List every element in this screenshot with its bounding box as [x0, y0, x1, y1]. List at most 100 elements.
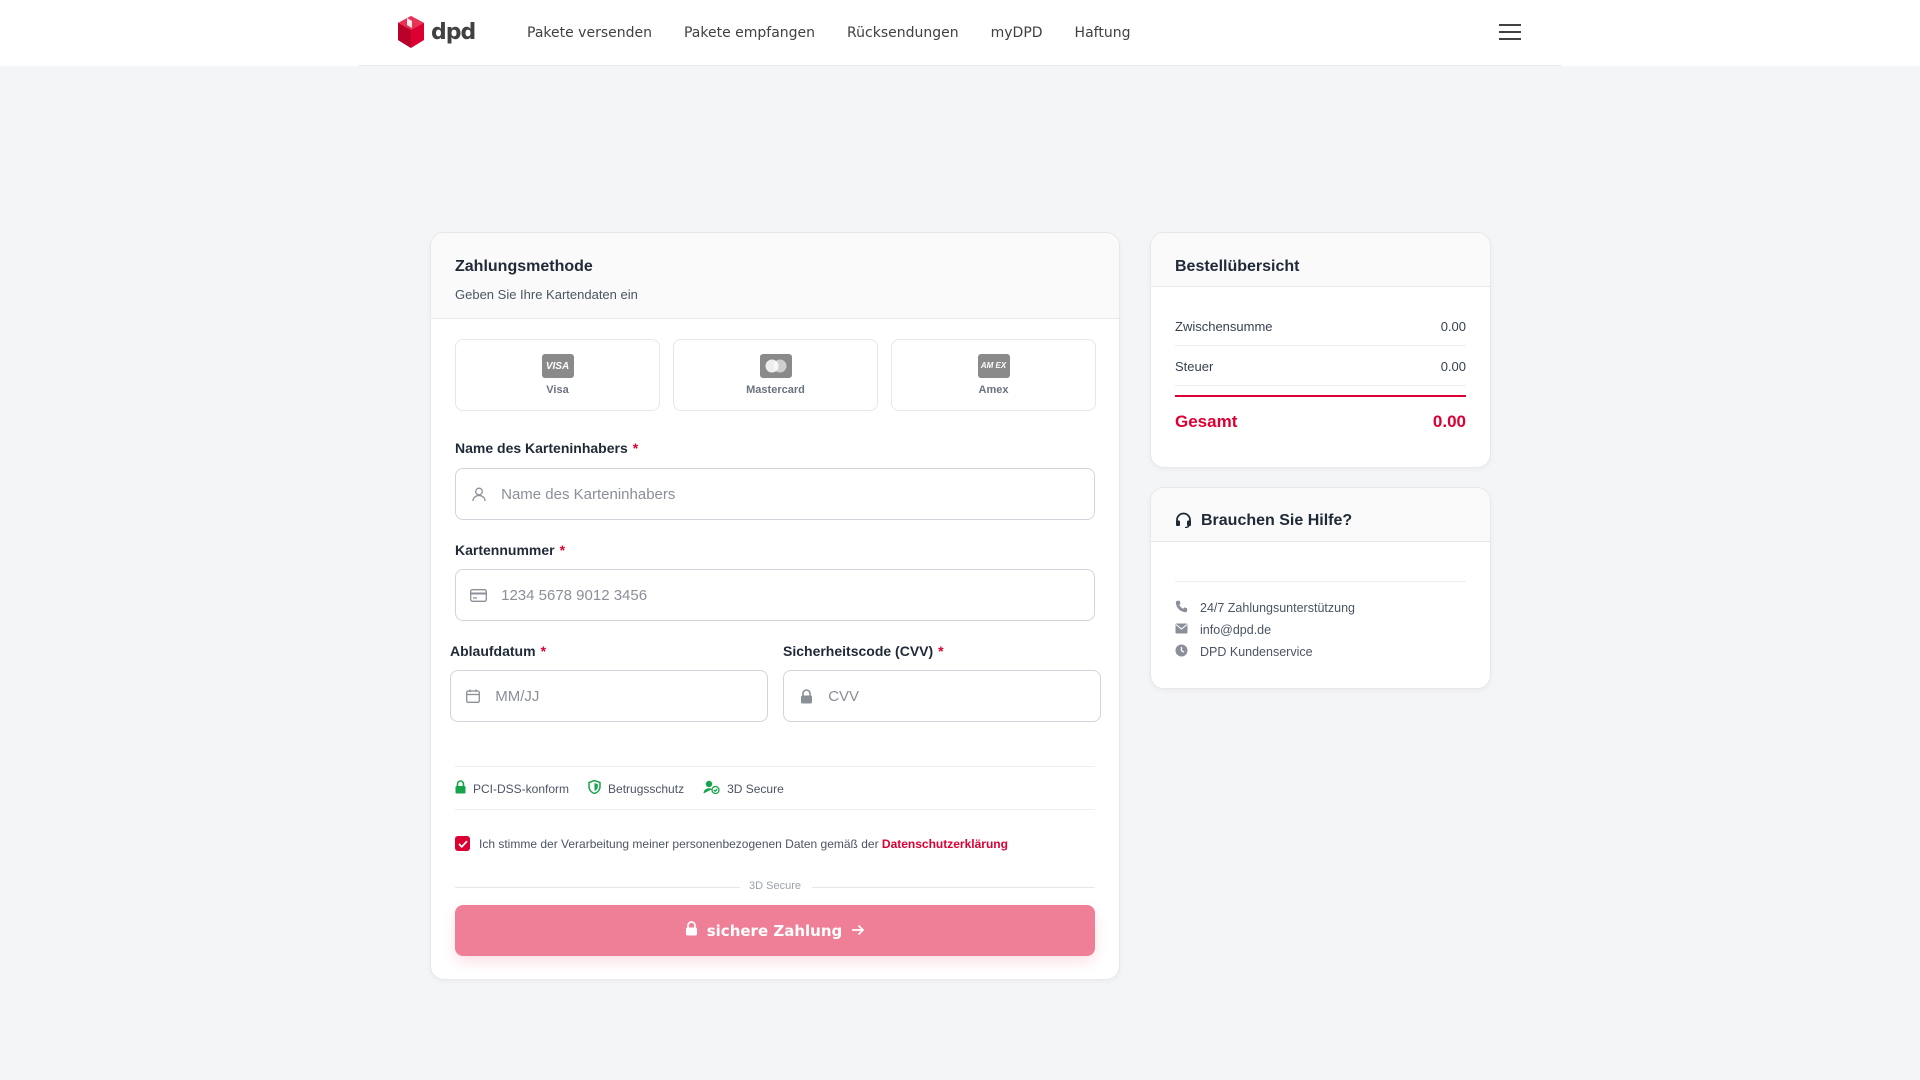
phone-icon — [1175, 600, 1188, 616]
lock-icon — [455, 780, 466, 797]
payment-subtitle: Geben Sie Ihre Kartendaten ein — [455, 287, 638, 302]
check-icon — [457, 840, 468, 848]
lock-icon — [685, 921, 698, 940]
total-value: 0.00 — [1432, 412, 1466, 431]
order-summary-title: Bestellübersicht — [1175, 258, 1300, 275]
help-contact-list: 24/7 Zahlungsunterstützung info@dpd.de D… — [1175, 597, 1355, 663]
payment-method-mastercard[interactable]: Mastercard — [673, 339, 878, 411]
required-mark: * — [559, 542, 566, 558]
expiry-label: Ablaufdatum * — [450, 643, 546, 659]
credit-card-icon — [470, 586, 487, 604]
user-check-icon — [703, 780, 720, 797]
nav-item-pakete-empfangen[interactable]: Pakete empfangen — [684, 25, 815, 41]
visa-icon: VISA — [541, 354, 574, 378]
payment-method-amex[interactable]: AM EX Amex — [891, 339, 1096, 411]
help-card: Brauchen Sie Hilfe? 24/7 Zahlungsunterst… — [1150, 487, 1491, 689]
divider — [1175, 345, 1466, 346]
badge-label: Betrugsschutz — [608, 781, 685, 796]
payment-method-options: VISA Visa Mastercard AM EX Amex — [455, 339, 1096, 411]
card-number-label: Kartennummer * — [455, 542, 565, 558]
cvv-label-text: Sicherheitscode (CVV) — [783, 643, 934, 659]
header-container: dpd Pakete versenden Pakete empfangen Rü… — [359, 0, 1561, 66]
cvv-label: Sicherheitscode (CVV) * — [783, 643, 944, 659]
nav-item-pakete-versenden[interactable]: Pakete versenden — [527, 25, 652, 41]
cvv-field[interactable] — [783, 670, 1101, 722]
payment-title: Zahlungsmethode — [455, 258, 593, 275]
payment-card: Zahlungsmethode Geben Sie Ihre Kartendat… — [430, 232, 1120, 980]
total-divider — [1175, 395, 1466, 397]
required-mark: * — [632, 440, 639, 456]
headset-icon — [1175, 512, 1192, 533]
consent-text-body: Ich stimme der Verarbeitung meiner perso… — [479, 836, 879, 851]
help-item-phone[interactable]: 24/7 Zahlungsunterstützung — [1175, 597, 1355, 619]
calendar-icon — [465, 687, 481, 705]
mail-icon — [1175, 623, 1188, 637]
divider — [455, 766, 1095, 767]
consent-checkbox[interactable] — [455, 836, 470, 851]
help-item-email[interactable]: info@dpd.de — [1175, 619, 1355, 641]
divider — [455, 809, 1095, 810]
consent-text: Ich stimme der Verarbeitung meiner perso… — [479, 837, 1008, 851]
nav-item-ruecksendungen[interactable]: Rücksendungen — [847, 25, 959, 41]
lock-icon — [798, 687, 814, 705]
tax-value: 0.00 — [1440, 359, 1466, 374]
hamburger-menu-icon[interactable] — [1499, 24, 1523, 44]
card-number-label-text: Kartennummer — [455, 542, 555, 558]
divider — [1175, 581, 1466, 582]
payment-method-visa[interactable]: VISA Visa — [455, 339, 660, 411]
expiry-field[interactable] — [450, 670, 768, 722]
cardholder-input[interactable] — [501, 485, 1094, 503]
cardholder-label: Name des Karteninhabers * — [455, 440, 638, 456]
user-icon — [470, 485, 487, 503]
help-item-label: info@dpd.de — [1200, 623, 1272, 637]
main-nav: Pakete versenden Pakete empfangen Rückse… — [527, 0, 1162, 66]
subtotal-row: Zwischensumme 0.00 — [1175, 319, 1466, 334]
secure-separator: 3D Secure — [455, 880, 1095, 894]
expiry-label-text: Ablaufdatum — [450, 643, 536, 659]
help-card-header: Brauchen Sie Hilfe? — [1151, 488, 1490, 542]
badge-pci: PCI-DSS-konform — [455, 780, 569, 797]
badge-3d-secure: 3D Secure — [703, 780, 784, 797]
cardholder-field[interactable] — [455, 468, 1095, 520]
nav-item-haftung[interactable]: Haftung — [1075, 25, 1131, 41]
card-number-input[interactable] — [501, 586, 1094, 604]
arrow-right-icon — [851, 922, 865, 940]
top-navigation-bar: dpd Pakete versenden Pakete empfangen Rü… — [0, 0, 1920, 66]
badge-fraud-protection: Betrugsschutz — [588, 779, 685, 797]
mastercard-icon — [759, 354, 792, 378]
subtotal-value: 0.00 — [1440, 319, 1466, 334]
method-label: Mastercard — [746, 384, 805, 396]
submit-label: sichere Zahlung — [706, 921, 843, 940]
cvv-input[interactable] — [828, 687, 1100, 705]
divider — [1175, 385, 1466, 386]
cardholder-label-text: Name des Karteninhabers — [455, 440, 628, 456]
help-title: Brauchen Sie Hilfe? — [1201, 512, 1353, 529]
method-label: Amex — [978, 384, 1009, 396]
badge-label: PCI-DSS-konform — [473, 781, 570, 796]
secure-payment-button[interactable]: sichere Zahlung — [455, 905, 1095, 956]
privacy-policy-link[interactable]: Datenschutzerklärung — [882, 837, 1008, 851]
method-label: Visa — [546, 384, 569, 396]
dpd-logo[interactable]: dpd — [397, 15, 476, 49]
privacy-consent: Ich stimme der Verarbeitung meiner perso… — [455, 836, 1008, 851]
separator-line-right — [812, 887, 1095, 888]
required-mark: * — [938, 643, 944, 659]
order-summary-header: Bestellübersicht — [1151, 233, 1490, 287]
amex-icon: AM EX — [977, 354, 1010, 378]
nav-item-mydpd[interactable]: myDPD — [991, 25, 1043, 41]
security-badges: PCI-DSS-konform Betrugsschutz 3D Secure — [455, 779, 784, 797]
help-item-customer-service[interactable]: DPD Kundenservice — [1175, 641, 1355, 663]
total-label: Gesamt — [1175, 412, 1238, 431]
dpd-cube-icon — [398, 16, 424, 48]
help-item-label: 24/7 Zahlungsunterstützung — [1200, 601, 1355, 615]
expiry-input[interactable] — [495, 687, 767, 705]
tax-label: Steuer — [1175, 359, 1214, 374]
order-summary-card: Bestellübersicht Zwischensumme 0.00 Steu… — [1150, 232, 1491, 468]
tax-row: Steuer 0.00 — [1175, 359, 1466, 374]
total-row: Gesamt 0.00 — [1175, 412, 1466, 432]
clock-icon — [1175, 644, 1188, 660]
payment-card-header: Zahlungsmethode Geben Sie Ihre Kartendat… — [431, 233, 1119, 319]
subtotal-label: Zwischensumme — [1175, 319, 1273, 334]
required-mark: * — [540, 643, 547, 659]
card-number-field[interactable] — [455, 569, 1095, 621]
